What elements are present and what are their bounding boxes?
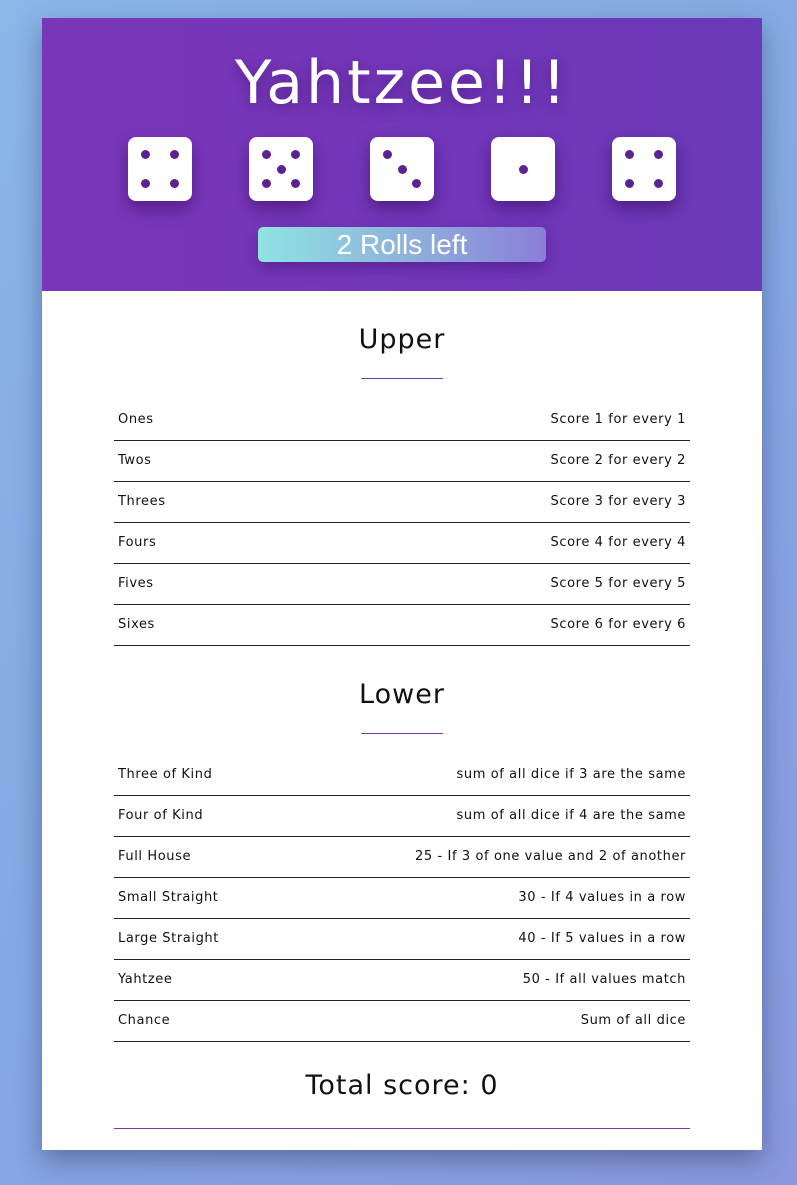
die-pip	[276, 164, 286, 174]
score-row-name: Twos	[118, 453, 152, 468]
die-pip	[625, 178, 635, 188]
score-row-description: 25 - If 3 of one value and 2 of another	[415, 849, 686, 864]
score-row-description: Score 3 for every 3	[550, 494, 686, 509]
total-underline	[114, 1128, 690, 1129]
die-pip	[518, 164, 528, 174]
score-row-description: Score 6 for every 6	[550, 617, 686, 632]
upper-score-table: Ones Score 1 for every 1 Twos Score 2 for e…	[114, 400, 690, 646]
score-row-yahtzee[interactable]: Yahtzee 50 - If all values match	[114, 960, 690, 1001]
score-row-description: Sum of all dice	[580, 1013, 686, 1028]
upper-section-title: Upper	[358, 324, 446, 355]
dice-row	[42, 137, 762, 201]
score-row-twos[interactable]: Twos Score 2 for every 2	[114, 441, 690, 482]
die-pip	[169, 178, 179, 188]
die-4[interactable]	[491, 137, 555, 201]
score-row-description: sum of all dice if 4 are the same	[456, 808, 686, 823]
game-container: Yahtzee!!! 2 Rolls left Upper Ones Score …	[42, 18, 762, 1150]
score-row-name: Sixes	[118, 617, 155, 632]
lower-score-table: Three of Kind sum of all dice if 3 are th…	[114, 755, 690, 1042]
score-row-description: Score 2 for every 2	[550, 453, 686, 468]
score-row-threes[interactable]: Threes Score 3 for every 3	[114, 482, 690, 523]
score-row-fours[interactable]: Fours Score 4 for every 4	[114, 523, 690, 564]
score-row-description: Score 5 for every 5	[550, 576, 686, 591]
score-row-description: sum of all dice if 3 are the same	[456, 767, 686, 782]
die-pip	[169, 150, 179, 160]
score-row-name: Chance	[118, 1013, 171, 1028]
score-row-three-of-kind[interactable]: Three of Kind sum of all dice if 3 are th…	[114, 755, 690, 796]
die-pip	[397, 164, 407, 174]
lower-section-title: Lower	[359, 679, 445, 710]
score-row-ones[interactable]: Ones Score 1 for every 1	[114, 400, 690, 441]
score-row-large-straight[interactable]: Large Straight 40 - If 5 values in a row	[114, 919, 690, 960]
score-row-description: 50 - If all values match	[522, 972, 686, 987]
die-pip	[262, 150, 272, 160]
score-row-name: Four of Kind	[118, 808, 204, 823]
die-pip	[290, 178, 300, 188]
lower-title-underline	[361, 733, 443, 734]
die-pip	[625, 150, 635, 160]
score-row-name: Fives	[118, 576, 154, 591]
score-row-small-straight[interactable]: Small Straight 30 - If 4 values in a row	[114, 878, 690, 919]
score-row-name: Fours	[118, 535, 157, 550]
score-row-name: Threes	[118, 494, 166, 509]
score-row-description: Score 1 for every 1	[550, 412, 686, 427]
die-pip	[653, 178, 663, 188]
score-row-description: 30 - If 4 values in a row	[518, 890, 686, 905]
game-header: Yahtzee!!! 2 Rolls left	[42, 18, 762, 291]
score-row-name: Full House	[118, 849, 192, 864]
score-row-name: Small Straight	[118, 890, 219, 905]
die-pip	[141, 178, 151, 188]
score-row-description: 40 - If 5 values in a row	[518, 931, 686, 946]
score-row-sixes[interactable]: Sixes Score 6 for every 6	[114, 605, 690, 646]
die-pip	[141, 150, 151, 160]
score-row-name: Three of Kind	[118, 767, 213, 782]
die-pip	[262, 178, 272, 188]
roll-button[interactable]: 2 Rolls left	[258, 227, 546, 262]
score-row-fives[interactable]: Fives Score 5 for every 5	[114, 564, 690, 605]
die-3[interactable]	[370, 137, 434, 201]
score-row-name: Large Straight	[118, 931, 219, 946]
game-title: Yahtzee!!!	[234, 48, 570, 118]
score-row-full-house[interactable]: Full House 25 - If 3 of one value and 2 o…	[114, 837, 690, 878]
die-5[interactable]	[612, 137, 676, 201]
score-row-name: Yahtzee	[118, 972, 173, 987]
die-pip	[411, 178, 421, 188]
score-row-chance[interactable]: Chance Sum of all dice	[114, 1001, 690, 1042]
die-2[interactable]	[249, 137, 313, 201]
die-pip	[290, 150, 300, 160]
die-pip	[383, 150, 393, 160]
total-score: Total score: 0	[305, 1070, 499, 1101]
upper-title-underline	[361, 378, 443, 379]
die-1[interactable]	[128, 137, 192, 201]
score-row-four-of-kind[interactable]: Four of Kind sum of all dice if 4 are the…	[114, 796, 690, 837]
score-row-name: Ones	[118, 412, 154, 427]
die-pip	[653, 150, 663, 160]
score-row-description: Score 4 for every 4	[550, 535, 686, 550]
